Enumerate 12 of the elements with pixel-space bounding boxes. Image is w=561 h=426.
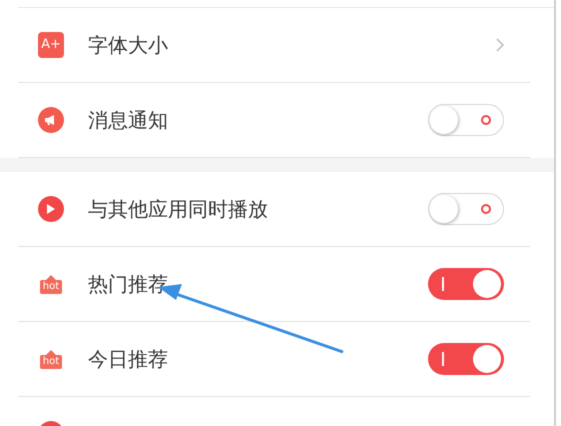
- font-size-icon: A+: [38, 32, 64, 58]
- play-icon: [38, 196, 64, 222]
- toggle-switch[interactable]: [428, 268, 504, 300]
- toggle-switch[interactable]: [428, 343, 504, 375]
- chevron-icon[interactable]: [496, 38, 504, 52]
- toggle-switch[interactable]: [428, 104, 504, 136]
- setting-label: 今日推荐: [88, 346, 169, 373]
- megaphone-icon: [38, 107, 64, 133]
- setting-label: 消息通知: [88, 107, 169, 134]
- setting-label: 与其他应用同时播放: [88, 196, 269, 223]
- setting-label: 字体大小: [88, 32, 169, 59]
- toggle-switch[interactable]: [428, 193, 504, 225]
